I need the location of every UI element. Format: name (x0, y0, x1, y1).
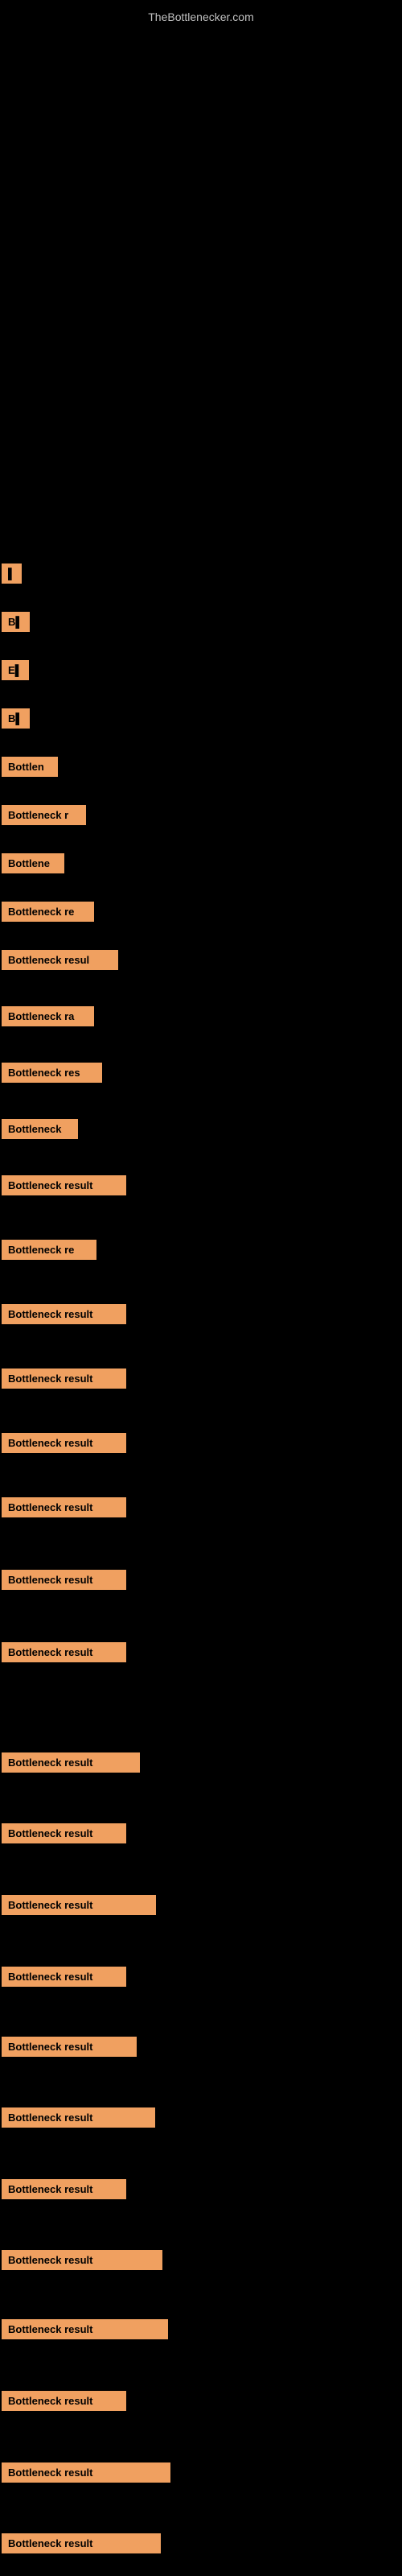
bottleneck-label-3[interactable]: E▌ (2, 660, 29, 680)
bottleneck-label-10[interactable]: Bottleneck ra (2, 1006, 94, 1026)
bottleneck-label-12[interactable]: Bottleneck (2, 1119, 78, 1139)
bottleneck-label-30[interactable]: Bottleneck result (2, 2391, 126, 2411)
bottleneck-label-24[interactable]: Bottleneck result (2, 1967, 126, 1987)
bottleneck-label-6[interactable]: Bottleneck r (2, 805, 86, 825)
bottleneck-label-26[interactable]: Bottleneck result (2, 2107, 155, 2128)
bottleneck-label-27[interactable]: Bottleneck result (2, 2179, 126, 2199)
bottleneck-label-29[interactable]: Bottleneck result (2, 2319, 168, 2339)
site-title: TheBottlenecker.com (0, 4, 402, 30)
bottleneck-label-20[interactable]: Bottleneck result (2, 1642, 126, 1662)
bottleneck-label-21[interactable]: Bottleneck result (2, 1752, 140, 1773)
bottleneck-label-2[interactable]: B▌ (2, 612, 30, 632)
bottleneck-label-19[interactable]: Bottleneck result (2, 1570, 126, 1590)
bottleneck-label-17[interactable]: Bottleneck result (2, 1433, 126, 1453)
bottleneck-label-14[interactable]: Bottleneck re (2, 1240, 96, 1260)
bottleneck-label-32[interactable]: Bottleneck result (2, 2533, 161, 2553)
bottleneck-label-13[interactable]: Bottleneck result (2, 1175, 126, 1195)
bottleneck-label-8[interactable]: Bottleneck re (2, 902, 94, 922)
bottleneck-label-28[interactable]: Bottleneck result (2, 2250, 162, 2270)
bottleneck-label-5[interactable]: Bottlen (2, 757, 58, 777)
bottleneck-label-25[interactable]: Bottleneck result (2, 2037, 137, 2057)
bottleneck-label-4[interactable]: B▌ (2, 708, 30, 729)
bottleneck-label-9[interactable]: Bottleneck resul (2, 950, 118, 970)
bottleneck-label-18[interactable]: Bottleneck result (2, 1497, 126, 1517)
bottleneck-label-22[interactable]: Bottleneck result (2, 1823, 126, 1843)
bottleneck-label-31[interactable]: Bottleneck result (2, 2462, 170, 2483)
bottleneck-label-15[interactable]: Bottleneck result (2, 1304, 126, 1324)
bottleneck-label-11[interactable]: Bottleneck res (2, 1063, 102, 1083)
bottleneck-label-23[interactable]: Bottleneck result (2, 1895, 156, 1915)
bottleneck-label-1[interactable]: ▌ (2, 564, 22, 584)
bottleneck-label-7[interactable]: Bottlene (2, 853, 64, 873)
bottleneck-label-16[interactable]: Bottleneck result (2, 1368, 126, 1389)
